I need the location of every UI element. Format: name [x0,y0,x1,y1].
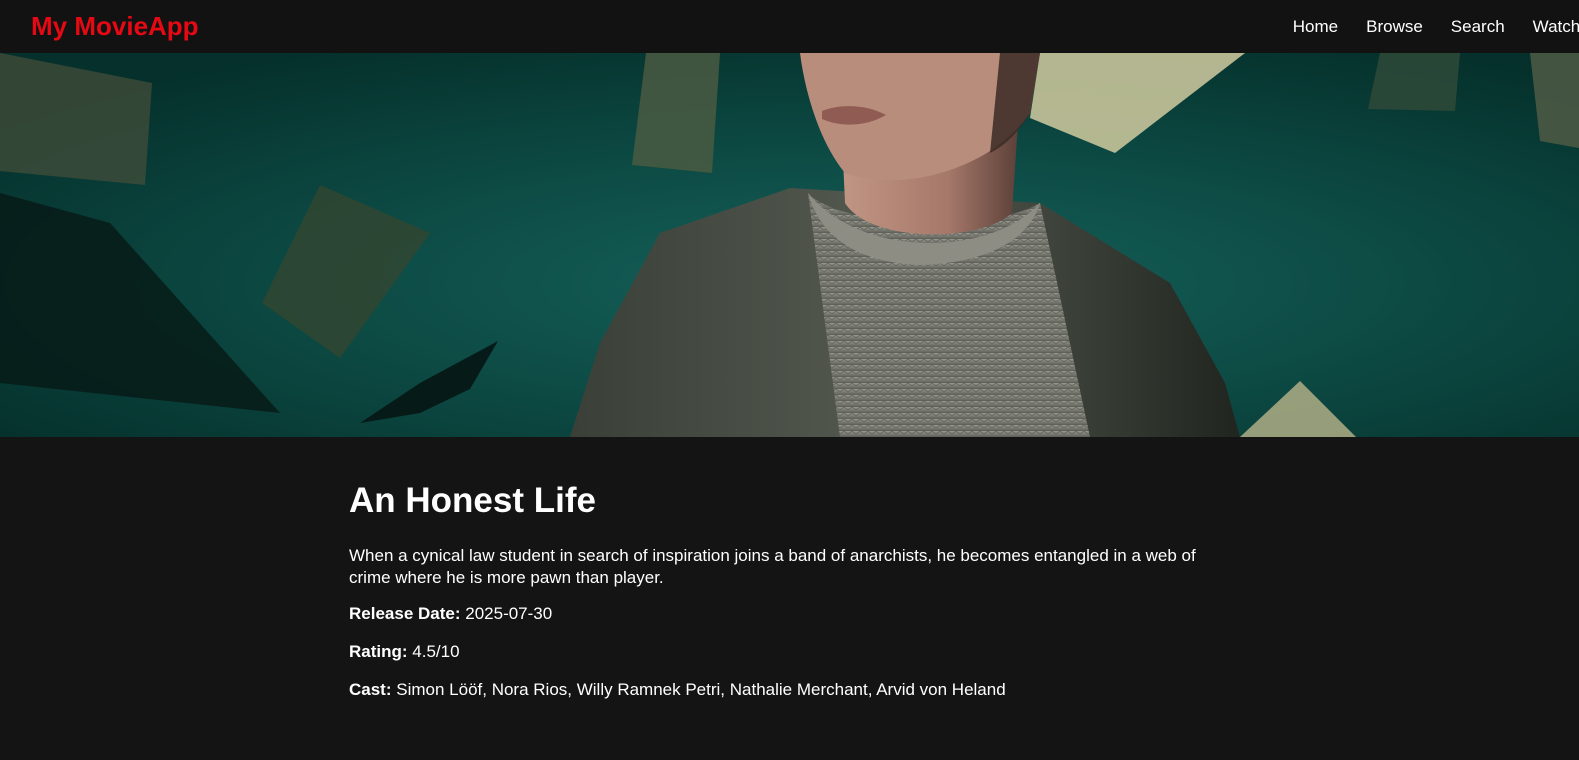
release-date-value: 2025-07-30 [465,604,553,623]
movie-details-section: An Honest Life When a cynical law studen… [0,437,1579,760]
cast-row: Cast: Simon Lööf, Nora Rios, Willy Ramne… [349,679,1239,701]
movie-backdrop [0,53,1579,437]
movie-overview: When a cynical law student in search of … [349,546,1196,587]
brand-logo-link[interactable]: My MovieApp [31,11,199,42]
cast-label: Cast: [349,680,392,699]
release-date-row: Release Date: 2025-07-30 [349,603,1239,625]
nav-link-watchlist[interactable]: Watchlist [1533,17,1579,37]
rating-value: 4.5/10 [412,642,460,661]
rating-label: Rating: [349,642,408,661]
movie-backdrop-image [0,53,1579,437]
nav-link-browse[interactable]: Browse [1366,17,1423,37]
top-navbar: My MovieApp Home Browse Search Watchlist [0,0,1579,53]
movie-details: An Honest Life When a cynical law studen… [349,481,1239,717]
nav-link-search[interactable]: Search [1451,17,1505,37]
release-date-label: Release Date: [349,604,461,623]
movie-title: An Honest Life [349,481,596,520]
nav-link-home[interactable]: Home [1293,17,1338,37]
rating-row: Rating: 4.5/10 [349,641,1239,663]
nav-links: Home Browse Search Watchlist [1293,17,1579,37]
cast-value: Simon Lööf, Nora Rios, Willy Ramnek Petr… [396,680,1006,699]
